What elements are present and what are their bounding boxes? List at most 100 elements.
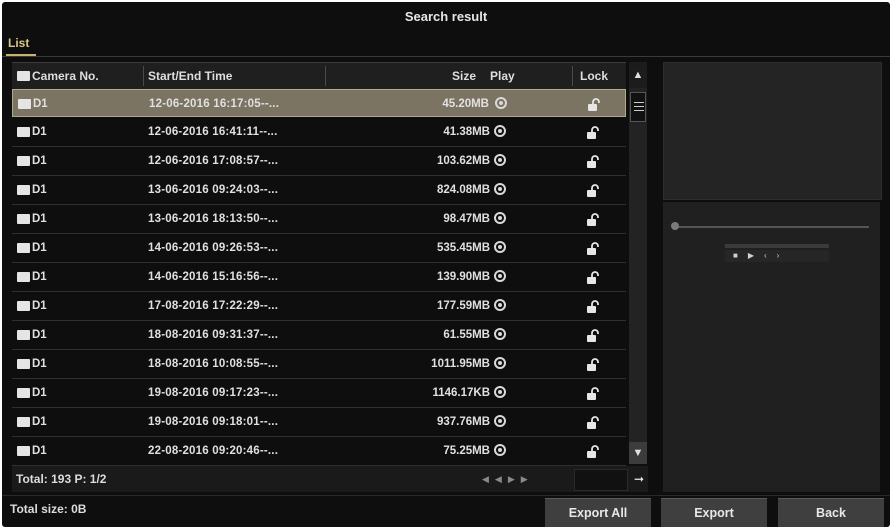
playback-slider[interactable]: [675, 226, 869, 228]
pagination-bar: Total: 193 P: 1/2 ◀◀▶▶ ➞: [12, 466, 648, 492]
start-end-time: 18-08-2016 10:08:55--...: [148, 358, 279, 370]
tab-list[interactable]: List: [8, 36, 29, 50]
camera-no: D1: [32, 271, 47, 283]
file-size: 41.38MB: [443, 126, 490, 138]
table-row[interactable]: D1 19-08-2016 09:17:23--... 1146.17KB: [12, 379, 626, 408]
playback-progress: [725, 244, 829, 248]
total-count: Total: 193 P: 1/2: [16, 472, 107, 486]
play-circle-icon[interactable]: [494, 299, 506, 311]
camera-no: D1: [32, 329, 47, 341]
header-lock: Lock: [580, 69, 609, 83]
camera-no: D1: [32, 155, 47, 167]
play-circle-icon[interactable]: [494, 154, 506, 166]
play-circle-icon[interactable]: [494, 415, 506, 427]
unlocked-padlock-icon[interactable]: [586, 300, 600, 314]
play-circle-icon[interactable]: [495, 97, 507, 109]
export-button[interactable]: Export: [661, 498, 767, 527]
play-circle-icon[interactable]: [494, 328, 506, 340]
camera-no: D1: [33, 98, 48, 110]
file-size: 61.55MB: [443, 329, 490, 341]
unlocked-padlock-icon[interactable]: [586, 213, 600, 227]
table-row[interactable]: D1 14-06-2016 15:16:56--... 139.90MB: [12, 263, 626, 292]
file-size: 1011.95MB: [431, 358, 490, 370]
header-play: Play: [490, 69, 515, 83]
table-row[interactable]: D1 12-06-2016 16:41:11--... 41.38MB: [12, 118, 626, 147]
unlocked-padlock-icon[interactable]: [586, 445, 600, 459]
chevron-up-icon[interactable]: ▲: [629, 62, 647, 88]
window-title: Search result: [404, 9, 488, 24]
play-circle-icon[interactable]: [494, 183, 506, 195]
unlocked-padlock-icon[interactable]: [586, 416, 600, 430]
play-circle-icon[interactable]: [494, 386, 506, 398]
arrow-right-icon[interactable]: ➞: [632, 469, 646, 489]
camera-no: D1: [32, 213, 47, 225]
header-start-end-time[interactable]: Start/End Time: [148, 63, 232, 89]
pagination-controls[interactable]: ◀◀▶▶: [482, 474, 534, 485]
table-row[interactable]: D1 18-08-2016 09:31:37--... 61.55MB: [12, 321, 626, 350]
play-circle-icon[interactable]: [494, 241, 506, 253]
row-checkbox[interactable]: [17, 330, 30, 340]
table-row[interactable]: D1 12-06-2016 17:08:57--... 103.62MB: [12, 147, 626, 176]
row-checkbox[interactable]: [17, 185, 30, 195]
row-checkbox[interactable]: [17, 417, 30, 427]
export-all-button[interactable]: Export All: [545, 498, 651, 527]
scrollbar-thumb[interactable]: [630, 92, 646, 122]
vertical-scrollbar[interactable]: ▲ ▼: [629, 62, 647, 464]
play-circle-icon[interactable]: [494, 444, 506, 456]
row-checkbox[interactable]: [17, 214, 30, 224]
start-end-time: 12-06-2016 16:41:11--...: [148, 126, 278, 138]
row-checkbox[interactable]: [17, 243, 30, 253]
table-row[interactable]: D1 12-06-2016 16:17:05--... 45.20MB: [12, 89, 626, 117]
unlocked-padlock-icon[interactable]: [586, 155, 600, 169]
play-circle-icon[interactable]: [494, 125, 506, 137]
unlocked-padlock-icon[interactable]: [586, 242, 600, 256]
playback-panel: ■▶‹›: [663, 202, 880, 492]
chevron-down-icon[interactable]: ▼: [629, 442, 647, 464]
table-row[interactable]: D1 13-06-2016 18:13:50--... 98.47MB: [12, 205, 626, 234]
unlocked-padlock-icon[interactable]: [586, 358, 600, 372]
slider-knob[interactable]: [671, 222, 679, 230]
table-row[interactable]: D1 14-06-2016 09:26:53--... 535.45MB: [12, 234, 626, 263]
table-row[interactable]: D1 13-06-2016 09:24:03--... 824.08MB: [12, 176, 626, 205]
play-circle-icon[interactable]: [494, 270, 506, 282]
header-size[interactable]: Size: [452, 63, 476, 89]
camera-no: D1: [32, 126, 47, 138]
row-checkbox[interactable]: [17, 272, 30, 282]
search-result-window: Search result List Camera No. Start/End …: [2, 2, 890, 527]
start-end-time: 14-06-2016 15:16:56--...: [148, 271, 279, 283]
row-checkbox[interactable]: [17, 388, 30, 398]
file-size: 45.20MB: [442, 98, 489, 110]
file-size: 937.76MB: [436, 416, 490, 428]
row-checkbox[interactable]: [17, 446, 30, 456]
page-input[interactable]: [574, 469, 628, 491]
table-row[interactable]: D1 19-08-2016 09:18:01--... 937.76MB: [12, 408, 626, 437]
play-circle-icon[interactable]: [494, 357, 506, 369]
camera-no: D1: [32, 184, 47, 196]
start-end-time: 12-06-2016 16:17:05--...: [149, 98, 280, 110]
playback-controls[interactable]: ■▶‹›: [725, 250, 829, 262]
total-size: Total size: 0B: [10, 502, 87, 516]
select-all-checkbox[interactable]: [17, 71, 30, 81]
row-checkbox[interactable]: [18, 99, 31, 109]
start-end-time: 22-08-2016 09:20:46--...: [148, 445, 279, 457]
play-circle-icon[interactable]: [494, 212, 506, 224]
unlocked-padlock-icon[interactable]: [586, 329, 600, 343]
divider: [2, 495, 890, 496]
unlocked-padlock-icon[interactable]: [586, 126, 600, 140]
row-checkbox[interactable]: [17, 156, 30, 166]
table-row[interactable]: D1 17-08-2016 17:22:29--... 177.59MB: [12, 292, 626, 321]
row-checkbox[interactable]: [17, 127, 30, 137]
unlocked-padlock-icon[interactable]: [587, 98, 601, 112]
unlocked-padlock-icon[interactable]: [586, 387, 600, 401]
camera-no: D1: [32, 300, 47, 312]
row-checkbox[interactable]: [17, 301, 30, 311]
row-checkbox[interactable]: [17, 359, 30, 369]
header-camera[interactable]: Camera No.: [32, 63, 99, 89]
unlocked-padlock-icon[interactable]: [586, 184, 600, 198]
start-end-time: 19-08-2016 09:18:01--...: [148, 416, 279, 428]
table-row[interactable]: D1 18-08-2016 10:08:55--... 1011.95MB: [12, 350, 626, 379]
table-row[interactable]: D1 22-08-2016 09:20:46--... 75.25MB: [12, 437, 626, 466]
start-end-time: 19-08-2016 09:17:23--...: [148, 387, 279, 399]
back-button[interactable]: Back: [778, 498, 884, 527]
unlocked-padlock-icon[interactable]: [586, 271, 600, 285]
